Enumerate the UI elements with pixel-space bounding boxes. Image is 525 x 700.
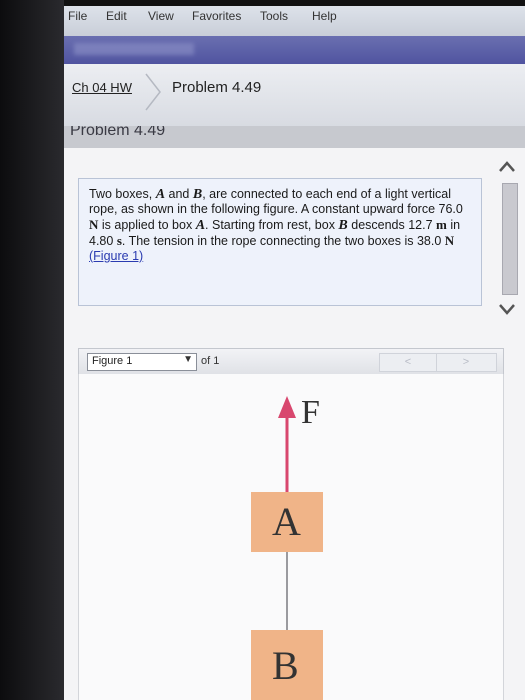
scroll-down-icon[interactable] xyxy=(496,298,518,320)
force-arrow-head xyxy=(278,396,296,418)
problem-statement-box: Two boxes, A and B, are connected to eac… xyxy=(78,178,482,306)
problem-heading-bar: Problem 4.49 xyxy=(64,126,525,148)
menu-favorites[interactable]: Favorites xyxy=(192,9,241,23)
breadcrumb-current: Problem 4.49 xyxy=(172,79,262,96)
breadcrumb-link-ch04hw[interactable]: Ch 04 HW xyxy=(72,80,132,95)
site-header-bar xyxy=(64,36,525,64)
figure-toolbar: Figure 1 ▼ of 1 < > xyxy=(78,348,504,376)
figure-nav: < > xyxy=(379,353,497,372)
breadcrumb: Ch 04 HW Problem 4.49 xyxy=(64,64,525,127)
figure-prev-button[interactable]: < xyxy=(380,354,437,371)
menu-view[interactable]: View xyxy=(148,9,174,23)
scroll-up-icon[interactable] xyxy=(496,156,518,178)
header-blurred-text xyxy=(74,43,194,55)
main-content: Two boxes, A and B, are connected to eac… xyxy=(64,148,525,700)
browser-window: File Edit View Favorites Tools Help Ch 0… xyxy=(64,6,525,700)
figure-next-button[interactable]: > xyxy=(438,354,494,371)
menu-bar: File Edit View Favorites Tools Help xyxy=(64,6,525,36)
force-label: F xyxy=(301,394,320,431)
box-b-label: B xyxy=(272,643,299,688)
scrollbar-thumb[interactable] xyxy=(502,183,518,295)
page-title: Problem 4.49 xyxy=(70,126,166,139)
figure-1-link[interactable]: (Figure 1) xyxy=(89,249,143,263)
breadcrumb-chevron-icon xyxy=(145,73,161,111)
menu-help[interactable]: Help xyxy=(312,9,337,23)
figure-count: of 1 xyxy=(201,355,220,367)
figure-panel: F A B xyxy=(78,374,504,700)
menu-tools[interactable]: Tools xyxy=(260,9,288,23)
figure-select-value: Figure 1 xyxy=(92,355,133,367)
monitor-bezel-left xyxy=(0,0,64,700)
menu-edit[interactable]: Edit xyxy=(106,9,127,23)
chevron-down-icon: ▼ xyxy=(183,354,193,365)
problem-text: Two boxes, A and B, are connected to eac… xyxy=(89,187,463,263)
box-a-label: A xyxy=(272,499,301,544)
figure-select[interactable]: Figure 1 ▼ xyxy=(87,353,197,371)
menu-file[interactable]: File xyxy=(68,9,87,23)
